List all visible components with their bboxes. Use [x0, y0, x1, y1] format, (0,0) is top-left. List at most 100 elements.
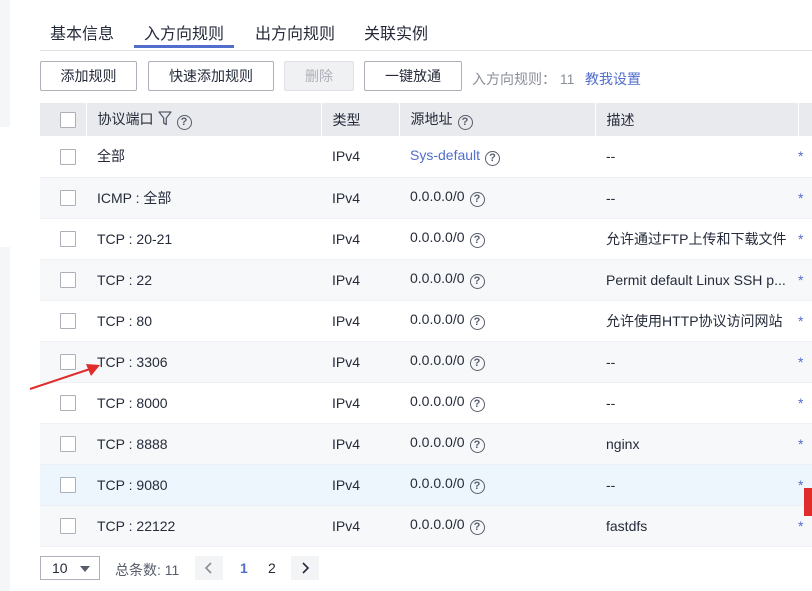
cell-description: nginx	[606, 435, 640, 452]
cell-port: TCP : 20-21	[97, 230, 173, 247]
cell-truncated-action[interactable]: *	[798, 177, 812, 218]
cell-port: TCP : 80	[97, 312, 152, 329]
next-page-button[interactable]	[291, 556, 319, 580]
cell-type: IPv4	[332, 271, 361, 288]
add-rule-button[interactable]: 添加规则	[40, 61, 137, 91]
question-circle-icon[interactable]: ?	[469, 356, 485, 371]
cell-description: --	[606, 189, 616, 206]
table-row: ICMP : 全部 IPv4 0.0.0.0/0? -- *	[40, 177, 812, 218]
tab-basic-info[interactable]: 基本信息	[50, 20, 114, 44]
row-checkbox[interactable]	[60, 518, 76, 535]
cell-source: 0.0.0.0/0	[410, 229, 465, 245]
column-header-type: 类型	[321, 103, 400, 136]
page-1[interactable]: 1	[240, 560, 248, 576]
row-checkbox[interactable]	[60, 272, 76, 289]
cell-type: IPv4	[332, 476, 361, 493]
cell-description: --	[606, 476, 616, 493]
red-arrow-icon	[29, 364, 100, 390]
page-size-select[interactable]: 10	[40, 556, 100, 580]
row-checkbox[interactable]	[60, 231, 76, 248]
cell-truncated-action[interactable]: *	[798, 300, 812, 341]
cell-type: IPv4	[332, 148, 361, 165]
cell-description: Permit default Linux SSH p...	[606, 271, 786, 288]
tutorial-link[interactable]: 教我设置	[585, 69, 641, 89]
cell-port: TCP : 3306	[97, 353, 168, 370]
question-circle-icon[interactable]: ?	[469, 479, 485, 494]
cell-source: 0.0.0.0/0	[410, 516, 465, 532]
row-checkbox[interactable]	[60, 477, 76, 494]
cell-source: 0.0.0.0/0	[410, 188, 465, 204]
cell-type: IPv4	[332, 189, 361, 206]
cell-port: TCP : 9080	[97, 476, 168, 493]
table-row: TCP : 8888 IPv4 0.0.0.0/0? nginx *	[40, 423, 812, 464]
table-row: 全部 IPv4 Sys-default? -- *	[40, 136, 812, 177]
cell-port: TCP : 22	[97, 271, 152, 288]
cell-type: IPv4	[332, 353, 361, 370]
question-circle-icon[interactable]: ?	[469, 520, 485, 535]
cell-source: 0.0.0.0/0	[410, 270, 465, 286]
select-all-checkbox[interactable]	[60, 112, 76, 129]
cell-source: 0.0.0.0/0	[410, 393, 465, 409]
cell-truncated-action[interactable]: *	[798, 136, 812, 177]
cell-type: IPv4	[332, 517, 361, 534]
delete-button[interactable]: 删除	[284, 61, 354, 91]
question-circle-icon[interactable]: ?	[469, 438, 485, 453]
cell-type: IPv4	[332, 394, 361, 411]
cell-port: TCP : 8000	[97, 394, 168, 411]
row-checkbox[interactable]	[60, 395, 76, 412]
cell-truncated-action[interactable]: *	[798, 382, 812, 423]
question-circle-icon[interactable]: ?	[469, 315, 485, 330]
column-header-source: 源地址	[410, 111, 453, 127]
chevron-left-icon	[204, 562, 212, 574]
tab-inbound-rules[interactable]: 入方向规则	[144, 20, 224, 44]
row-checkbox[interactable]	[60, 148, 76, 165]
cell-source[interactable]: Sys-default	[410, 147, 480, 163]
column-header-port: 协议端口	[97, 111, 154, 127]
cell-description: 允许通过FTP上传和下载文件	[606, 230, 787, 247]
question-circle-icon[interactable]: ?	[469, 192, 485, 207]
row-checkbox[interactable]	[60, 190, 76, 207]
table-row: TCP : 22122 IPv4 0.0.0.0/0? fastdfs *	[40, 505, 812, 546]
table-header-row: 协议端口? 类型 源地址? 描述	[40, 103, 812, 136]
cell-source: 0.0.0.0/0	[410, 434, 465, 450]
question-circle-icon[interactable]: ?	[469, 233, 485, 248]
inbound-rule-count: 入方向规则： 11	[472, 71, 575, 87]
toolbar: 添加规则 快速添加规则 删除 一键放通 入方向规则： 11 教我设置	[40, 61, 812, 93]
caret-down-icon	[80, 566, 90, 572]
row-checkbox[interactable]	[60, 313, 76, 330]
table-row: TCP : 80 IPv4 0.0.0.0/0? 允许使用HTTP协议访问网站 *	[40, 300, 812, 341]
cell-truncated-action[interactable]: *	[798, 218, 812, 259]
page-2[interactable]: 2	[268, 560, 276, 576]
question-circle-icon[interactable]: ?	[469, 274, 485, 289]
question-circle-icon[interactable]: ?	[176, 115, 192, 130]
cell-type: IPv4	[332, 230, 361, 247]
question-circle-icon[interactable]: ?	[457, 115, 473, 130]
quick-add-rule-button[interactable]: 快速添加规则	[148, 61, 274, 91]
prev-page-button[interactable]	[195, 556, 223, 580]
column-header-description: 描述	[595, 103, 799, 136]
table-row: TCP : 22 IPv4 0.0.0.0/0? Permit default Lin…	[40, 259, 812, 300]
column-header-truncated	[798, 103, 812, 136]
cell-truncated-action[interactable]: *	[798, 341, 812, 382]
funnel-icon[interactable]	[157, 111, 172, 129]
left-panel-edge	[0, 0, 10, 591]
cell-description: --	[606, 394, 616, 411]
tab-bar: 基本信息 入方向规则 出方向规则 关联实例	[40, 0, 812, 51]
table-row: TCP : 8000 IPv4 0.0.0.0/0? -- *	[40, 382, 812, 423]
inbound-rules-table: 协议端口? 类型 源地址? 描述 全部 IPv4 Sys-default? -- * IC…	[40, 103, 812, 547]
cell-port: TCP : 8888	[97, 435, 168, 452]
tab-outbound-rules[interactable]: 出方向规则	[255, 20, 335, 44]
question-circle-icon[interactable]: ?	[469, 397, 485, 412]
one-click-allow-button[interactable]: 一键放通	[364, 61, 462, 91]
cell-type: IPv4	[332, 312, 361, 329]
side-panel-marker	[804, 488, 812, 516]
cell-description: --	[606, 353, 616, 370]
cell-truncated-action[interactable]: *	[798, 259, 812, 300]
cell-description: 允许使用HTTP协议访问网站	[606, 312, 783, 329]
row-checkbox[interactable]	[60, 436, 76, 453]
tab-associated-instances[interactable]: 关联实例	[364, 20, 428, 44]
cell-description: fastdfs	[606, 517, 648, 534]
total-count: 总条数: 11	[115, 562, 180, 578]
cell-truncated-action[interactable]: *	[798, 423, 812, 464]
question-circle-icon[interactable]: ?	[485, 150, 501, 166]
